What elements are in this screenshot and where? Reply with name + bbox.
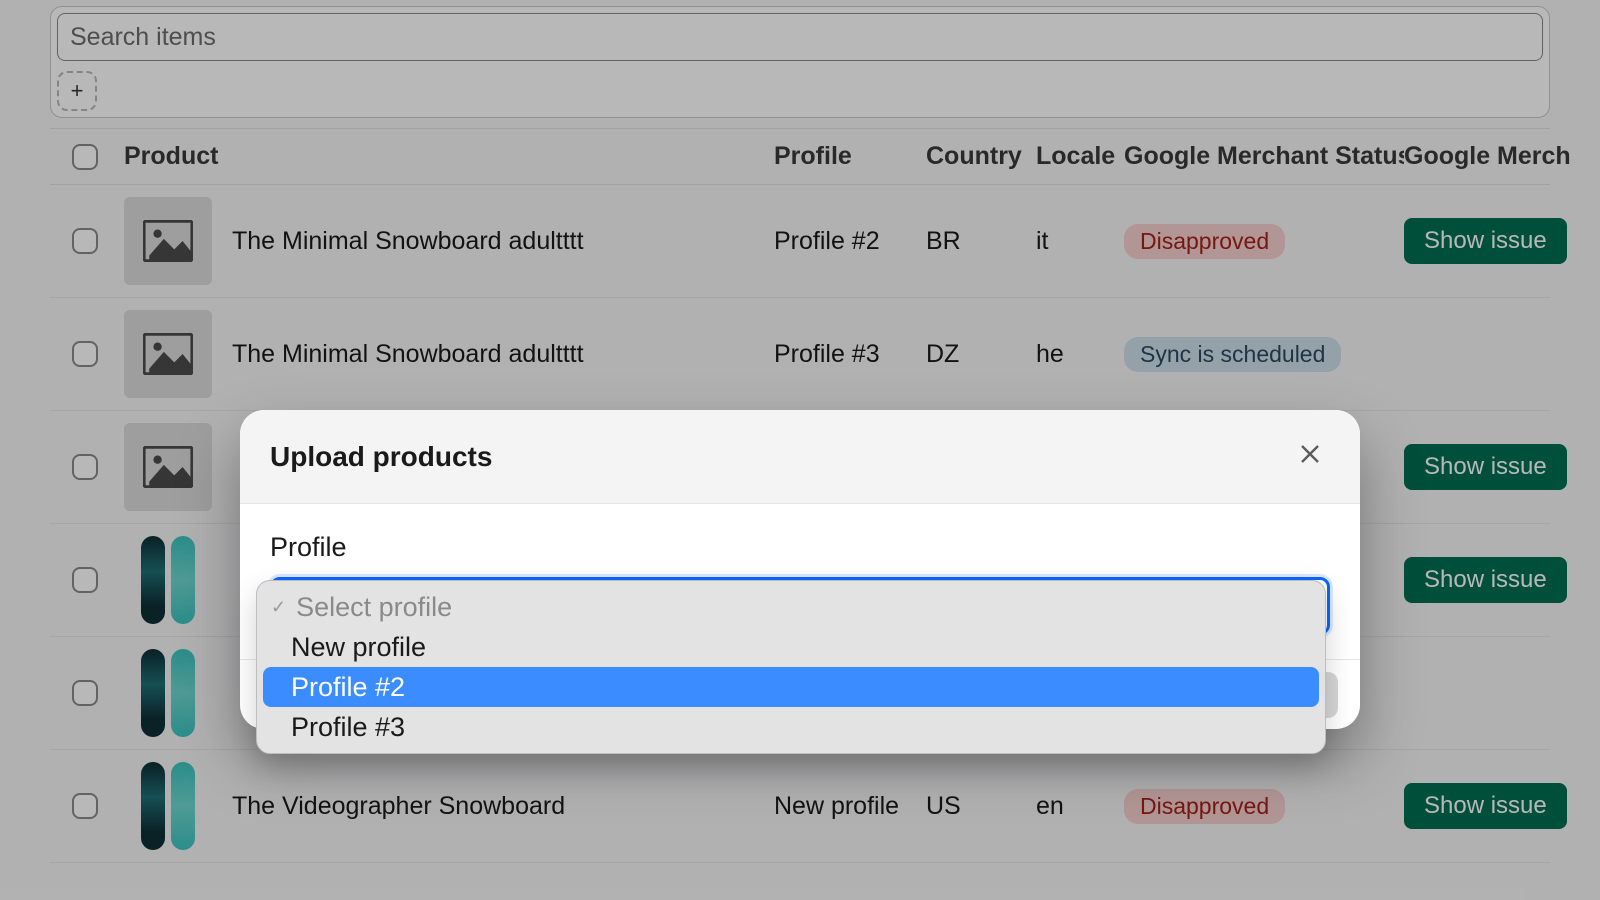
modal-close-button[interactable] bbox=[1290, 437, 1330, 477]
profile-option-placeholder[interactable]: ✓ Select profile bbox=[263, 587, 1319, 627]
profile-dropdown: ✓ Select profile New profile Profile #2 … bbox=[256, 580, 1326, 754]
profile-field-label: Profile bbox=[270, 532, 1330, 563]
option-label: New profile bbox=[291, 632, 426, 663]
check-icon: ✓ bbox=[271, 597, 286, 618]
modal-header: Upload products bbox=[240, 410, 1360, 504]
profile-option-new[interactable]: New profile bbox=[263, 627, 1319, 667]
option-label: Profile #2 bbox=[291, 672, 405, 703]
option-label: Profile #3 bbox=[291, 712, 405, 743]
option-label: Select profile bbox=[296, 592, 452, 623]
close-icon bbox=[1298, 442, 1322, 471]
profile-option-3[interactable]: Profile #3 bbox=[263, 707, 1319, 747]
modal-title: Upload products bbox=[270, 441, 492, 473]
profile-option-2[interactable]: Profile #2 bbox=[263, 667, 1319, 707]
